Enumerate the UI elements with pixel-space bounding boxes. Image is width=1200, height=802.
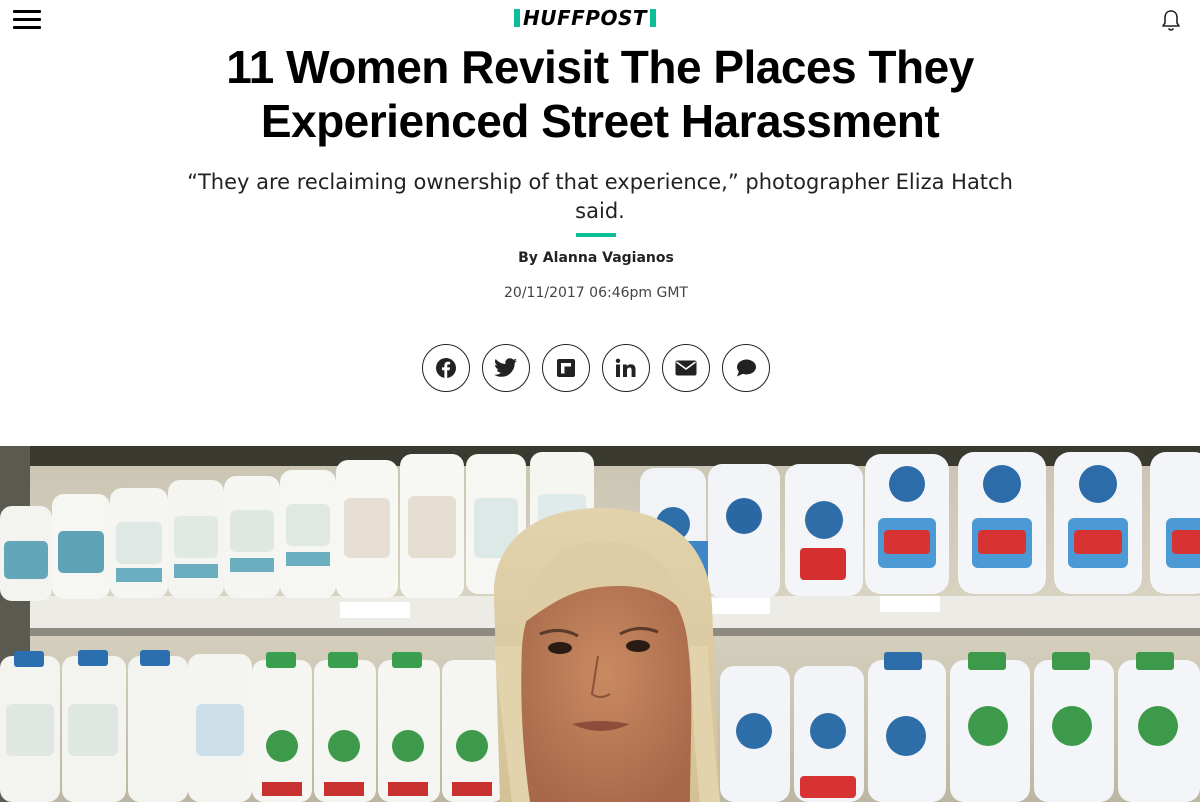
logo-right-bar xyxy=(650,9,657,27)
photo-supermarket-portrait xyxy=(0,446,1200,802)
mail-icon xyxy=(675,360,697,376)
article-timestamp: 20/11/2017 06:46pm GMT xyxy=(504,285,688,301)
facebook-icon xyxy=(436,358,456,378)
accent-divider xyxy=(576,233,616,237)
flipboard-share-button[interactable] xyxy=(542,344,590,392)
share-bar xyxy=(422,344,770,392)
huffpost-logo[interactable]: HUFFPOST xyxy=(514,6,657,30)
twitter-icon xyxy=(494,358,517,377)
logo-text: HUFFPOST xyxy=(523,6,648,30)
flipboard-icon xyxy=(557,359,575,377)
bell-icon[interactable] xyxy=(1160,9,1182,33)
twitter-share-button[interactable] xyxy=(482,344,530,392)
article-headline: 11 Women Revisit The Places They Experie… xyxy=(226,41,974,147)
article-byline: By Alanna Vagianos xyxy=(400,250,792,266)
top-navigation-bar: HUFFPOST xyxy=(0,0,1200,40)
hamburger-menu-icon[interactable] xyxy=(13,10,41,32)
linkedin-icon xyxy=(615,358,636,377)
email-share-button[interactable] xyxy=(662,344,710,392)
hero-photo xyxy=(0,446,1200,802)
comment-icon xyxy=(737,359,756,377)
article-subheadline: “They are reclaiming ownership of that e… xyxy=(187,170,1013,223)
linkedin-share-button[interactable] xyxy=(602,344,650,392)
facebook-share-button[interactable] xyxy=(422,344,470,392)
author-link[interactable]: By Alanna Vagianos xyxy=(518,250,674,266)
woman-portrait xyxy=(493,508,720,802)
comments-button[interactable] xyxy=(722,344,770,392)
